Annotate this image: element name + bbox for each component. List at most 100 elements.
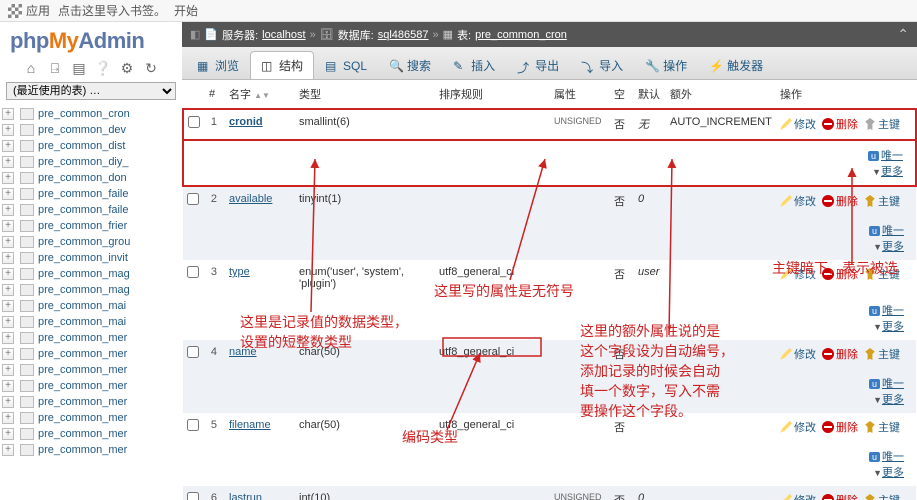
tree-expand-icon[interactable]: +	[2, 332, 14, 344]
tree-table-row[interactable]: +pre_common_frier	[2, 218, 182, 234]
tree-table-row[interactable]: +pre_common_faile	[2, 186, 182, 202]
tree-table-row[interactable]: +pre_common_mer	[2, 442, 182, 458]
column-name[interactable]: filename	[229, 419, 271, 431]
primary-action[interactable]: 主键	[864, 419, 900, 435]
logout-icon[interactable]: ⍈	[47, 60, 63, 76]
row-checkbox[interactable]	[187, 492, 199, 500]
tree-expand-icon[interactable]: +	[2, 380, 14, 392]
tree-table-row[interactable]: +pre_common_mer	[2, 346, 182, 362]
th-null[interactable]: 空	[610, 80, 634, 109]
th-default[interactable]: 默认	[634, 80, 666, 109]
drop-action[interactable]: 删除	[822, 419, 858, 435]
tree-expand-icon[interactable]: +	[2, 124, 14, 136]
more-action[interactable]: 更多	[882, 467, 904, 479]
tree-expand-icon[interactable]: +	[2, 412, 14, 424]
more-action[interactable]: 更多	[882, 321, 904, 333]
drop-action[interactable]: 删除	[822, 266, 858, 282]
tree-table-row[interactable]: +pre_common_mer	[2, 410, 182, 426]
tree-table-row[interactable]: +pre_common_faile	[2, 202, 182, 218]
tree-table-row[interactable]: +pre_common_don	[2, 170, 182, 186]
tree-expand-icon[interactable]: +	[2, 428, 14, 440]
tree-expand-icon[interactable]: +	[2, 348, 14, 360]
tab-搜索[interactable]: 🔍搜索	[378, 51, 442, 79]
tree-expand-icon[interactable]: +	[2, 300, 14, 312]
bc-table[interactable]: pre_common_cron	[475, 29, 567, 41]
primary-action[interactable]: 主键	[864, 346, 900, 362]
column-name[interactable]: cronid	[229, 116, 263, 128]
bc-db[interactable]: sql486587	[378, 29, 429, 41]
tree-table-row[interactable]: +pre_common_grou	[2, 234, 182, 250]
tab-触发器[interactable]: ⚡触发器	[698, 51, 774, 79]
edit-action[interactable]: 修改	[780, 492, 816, 500]
edit-action[interactable]: 修改	[780, 116, 816, 132]
row-checkbox[interactable]	[187, 346, 199, 358]
apps-shortcut[interactable]: 应用	[8, 2, 50, 19]
tree-expand-icon[interactable]: +	[2, 268, 14, 280]
th-attr[interactable]: 属性	[550, 80, 610, 109]
tree-expand-icon[interactable]: +	[2, 252, 14, 264]
row-checkbox[interactable]	[187, 193, 199, 205]
more-action[interactable]: 更多	[881, 166, 903, 178]
tree-expand-icon[interactable]: +	[2, 364, 14, 376]
tree-table-row[interactable]: +pre_common_dist	[2, 138, 182, 154]
tab-结构[interactable]: ◫结构	[250, 51, 314, 79]
edit-action[interactable]: 修改	[780, 193, 816, 209]
tree-table-row[interactable]: +pre_common_mer	[2, 426, 182, 442]
tab-浏览[interactable]: ▦浏览	[186, 51, 250, 79]
tree-expand-icon[interactable]: +	[2, 172, 14, 184]
th-collation[interactable]: 排序规则	[435, 80, 550, 109]
primary-action[interactable]: 主键	[864, 266, 900, 282]
tree-table-row[interactable]: +pre_common_mag	[2, 266, 182, 282]
tree-table-row[interactable]: +pre_common_cron	[2, 106, 182, 122]
unique-action[interactable]: 唯一	[882, 225, 904, 237]
column-name[interactable]: name	[229, 346, 257, 358]
primary-action[interactable]: 主键	[864, 193, 900, 209]
drop-action[interactable]: 删除	[822, 492, 858, 500]
phpmyadmin-logo[interactable]: phpMyAdmin	[0, 22, 182, 56]
tree-expand-icon[interactable]: +	[2, 316, 14, 328]
tree-expand-icon[interactable]: +	[2, 140, 14, 152]
drop-action[interactable]: 删除	[822, 346, 858, 362]
unique-action[interactable]: 唯一	[881, 150, 903, 162]
primary-action[interactable]: 主键	[864, 116, 900, 132]
unique-action[interactable]: 唯一	[882, 378, 904, 390]
import-bookmarks-hint[interactable]: 点击这里导入书签。	[58, 2, 166, 19]
settings-icon[interactable]: ⚙	[119, 60, 135, 76]
row-checkbox[interactable]	[187, 419, 199, 431]
tree-table-row[interactable]: +pre_common_mer	[2, 362, 182, 378]
tree-expand-icon[interactable]: +	[2, 108, 14, 120]
panel-collapse-icon[interactable]: ⌃	[897, 26, 909, 43]
tab-导出[interactable]: ⤴导出	[506, 51, 570, 79]
tree-expand-icon[interactable]: +	[2, 284, 14, 296]
edit-action[interactable]: 修改	[780, 266, 816, 282]
docs-icon[interactable]: ❔	[95, 60, 111, 76]
row-checkbox[interactable]	[188, 116, 200, 128]
tree-table-row[interactable]: +pre_common_mer	[2, 394, 182, 410]
tree-expand-icon[interactable]: +	[2, 188, 14, 200]
tree-table-row[interactable]: +pre_common_mai	[2, 298, 182, 314]
tree-table-row[interactable]: +pre_common_mag	[2, 282, 182, 298]
reload-icon[interactable]: ↻	[143, 60, 159, 76]
tree-table-row[interactable]: +pre_common_mer	[2, 330, 182, 346]
bc-server[interactable]: localhost	[262, 29, 305, 41]
home-icon[interactable]: ⌂	[23, 60, 39, 76]
more-action[interactable]: 更多	[882, 241, 904, 253]
tree-table-row[interactable]: +pre_common_mai	[2, 314, 182, 330]
drop-action[interactable]: 删除	[822, 193, 858, 209]
sql-icon[interactable]: ▤	[71, 60, 87, 76]
column-name[interactable]: lastrun	[229, 492, 262, 500]
tab-导入[interactable]: ⤵导入	[570, 51, 634, 79]
tab-操作[interactable]: 🔧操作	[634, 51, 698, 79]
edit-action[interactable]: 修改	[780, 419, 816, 435]
tab-SQL[interactable]: ▤SQL	[314, 51, 378, 79]
tree-table-row[interactable]: +pre_common_invit	[2, 250, 182, 266]
primary-action[interactable]: 主键	[864, 492, 900, 500]
unique-action[interactable]: 唯一	[882, 305, 904, 317]
tree-expand-icon[interactable]: +	[2, 444, 14, 456]
tree-expand-icon[interactable]: +	[2, 220, 14, 232]
tree-expand-icon[interactable]: +	[2, 156, 14, 168]
start-bookmark[interactable]: 开始	[174, 2, 198, 19]
edit-action[interactable]: 修改	[780, 346, 816, 362]
th-ops[interactable]: 操作	[776, 80, 916, 109]
tree-expand-icon[interactable]: +	[2, 396, 14, 408]
